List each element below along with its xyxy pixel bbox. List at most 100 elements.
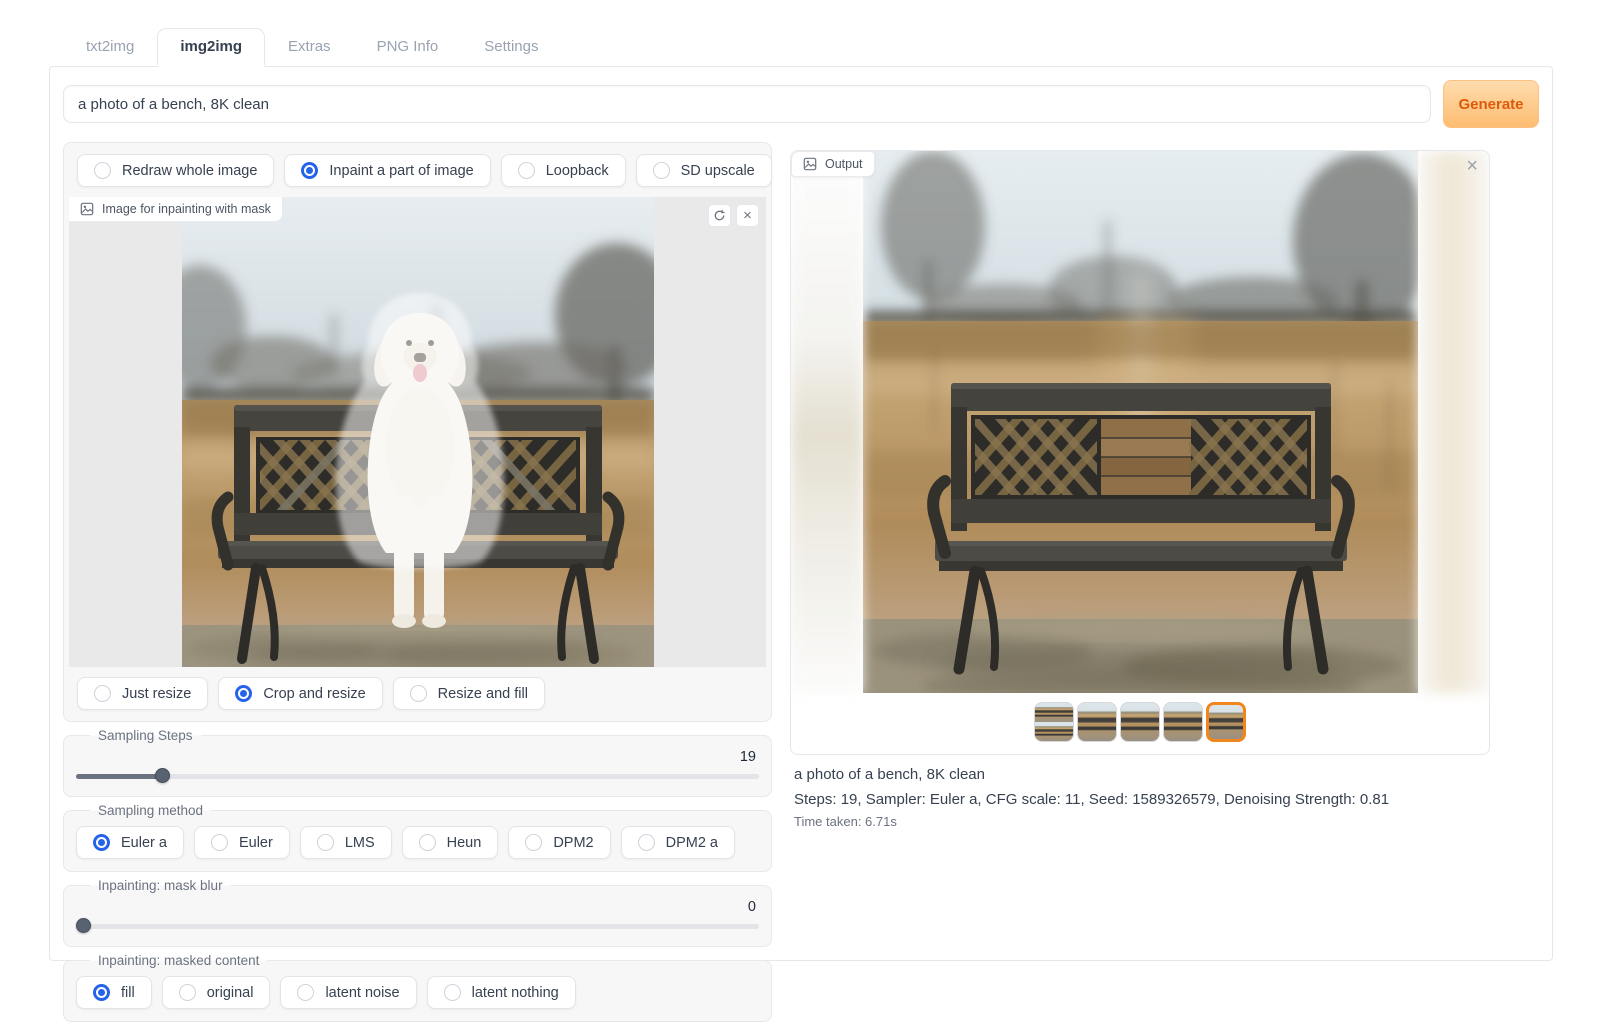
image-icon (80, 202, 94, 216)
masked-content-label: Inpainting: masked content (90, 951, 267, 970)
resize-option-crop-and-resize[interactable]: Crop and resize (218, 677, 382, 710)
slider-fill (76, 774, 163, 779)
image-icon (803, 157, 817, 171)
masked-content-option-original[interactable]: original (162, 976, 271, 1009)
img2img-panel: Generate Redraw whole image Inpaint a pa… (49, 66, 1553, 961)
undo-button[interactable] (708, 204, 731, 227)
clear-image-button[interactable]: × (736, 204, 759, 227)
tab-settings[interactable]: Settings (461, 28, 561, 65)
radio-unselected-icon (518, 162, 535, 179)
radio-unselected-icon (211, 834, 228, 851)
masked-content-option-latent-nothing[interactable]: latent nothing (427, 976, 576, 1009)
resize-option-just-resize[interactable]: Just resize (77, 677, 208, 710)
caption-prompt: a photo of a bench, 8K clean (794, 766, 1490, 783)
masked-content-option-label: latent noise (325, 985, 399, 1001)
generate-button[interactable]: Generate (1443, 80, 1539, 128)
sampler-option-label: Euler a (121, 835, 167, 851)
mode-option-redraw-whole-image[interactable]: Redraw whole image (77, 154, 274, 187)
tab-bar: txt2img img2img Extras PNG Info Settings (63, 28, 561, 65)
masked-content-option-label: latent nothing (472, 985, 559, 1001)
sampling-method-label: Sampling method (90, 801, 211, 820)
radio-selected-icon (301, 162, 318, 179)
source-image-dog-on-bench[interactable] (182, 197, 654, 667)
output-label-chip: Output (791, 151, 875, 177)
sampler-option-label: DPM2 (553, 835, 593, 851)
sampler-option-label: Euler (239, 835, 273, 851)
mode-radio-group: Redraw whole image Inpaint a part of ima… (69, 148, 766, 193)
radio-unselected-icon (297, 984, 314, 1001)
resize-radio-group: Just resize Crop and resize Resize and f… (69, 671, 766, 716)
thumbnail-3[interactable] (1163, 702, 1203, 742)
radio-unselected-icon (179, 984, 196, 1001)
settings-column: Redraw whole image Inpaint a part of ima… (63, 142, 772, 1022)
output-thumbnails (791, 702, 1489, 742)
masked-content-radio-group: fill original latent noise latent nothin… (76, 974, 759, 1009)
editor-label: Image for inpainting with mask (102, 202, 271, 216)
thumbnail-1[interactable] (1077, 702, 1117, 742)
radio-unselected-icon (653, 162, 670, 179)
mode-option-loopback[interactable]: Loopback (501, 154, 626, 187)
thumbnail-2[interactable] (1120, 702, 1160, 742)
tab-extras[interactable]: Extras (265, 28, 354, 65)
resize-option-resize-and-fill[interactable]: Resize and fill (393, 677, 545, 710)
radio-unselected-icon (419, 834, 436, 851)
mode-option-label: SD upscale (681, 163, 755, 179)
slider-track[interactable] (76, 774, 759, 779)
caption-time: Time taken: 6.71s (794, 814, 1490, 829)
masked-content-option-latent-noise[interactable]: latent noise (280, 976, 416, 1009)
sampling-method-fieldset: Sampling method Euler a Euler LMS (63, 810, 772, 872)
radio-unselected-icon (444, 984, 461, 1001)
mode-option-label: Loopback (546, 163, 609, 179)
caption-params: Steps: 19, Sampler: Euler a, CFG scale: … (794, 791, 1490, 808)
mode-option-sd-upscale[interactable]: SD upscale (636, 154, 772, 187)
tab-txt2img[interactable]: txt2img (63, 28, 157, 65)
radio-unselected-icon (94, 162, 111, 179)
radio-selected-icon (93, 834, 110, 851)
output-label: Output (825, 157, 863, 171)
mode-option-label: Inpaint a part of image (329, 163, 473, 179)
output-column: Output × (790, 142, 1539, 829)
radio-unselected-icon (525, 834, 542, 851)
tab-img2img[interactable]: img2img (157, 28, 265, 65)
sampling-steps-fieldset: Sampling Steps 19 (63, 735, 772, 797)
sampler-option-lms[interactable]: LMS (300, 826, 392, 859)
slider-track[interactable] (76, 924, 759, 929)
mask-blur-label: Inpainting: mask blur (90, 876, 231, 895)
prompt-input[interactable] (63, 85, 1431, 123)
output-image-row (791, 151, 1489, 693)
masked-content-option-fill[interactable]: fill (76, 976, 152, 1009)
slider-handle[interactable] (155, 768, 170, 783)
image-mode-panel: Redraw whole image Inpaint a part of ima… (63, 142, 772, 722)
sampling-steps-slider[interactable] (76, 768, 759, 784)
sampler-option-label: DPM2 a (666, 835, 718, 851)
output-close-button[interactable]: × (1466, 156, 1478, 176)
output-image-bench[interactable] (863, 151, 1418, 693)
inpaint-image-editor[interactable]: Image for inpainting with mask × (69, 197, 766, 667)
sampler-option-dpm2-a[interactable]: DPM2 a (621, 826, 735, 859)
blurred-edge-left (791, 151, 863, 693)
undo-icon (713, 209, 726, 222)
sampler-option-label: Heun (447, 835, 482, 851)
radio-selected-icon (93, 984, 110, 1001)
sampler-option-dpm2[interactable]: DPM2 (508, 826, 610, 859)
sampler-option-heun[interactable]: Heun (402, 826, 499, 859)
mask-blur-value: 0 (76, 899, 759, 915)
sampler-option-euler[interactable]: Euler (194, 826, 290, 859)
sampling-steps-label: Sampling Steps (90, 726, 201, 745)
sampler-option-euler-a[interactable]: Euler a (76, 826, 184, 859)
resize-option-label: Just resize (122, 686, 191, 702)
generation-info: a photo of a bench, 8K clean Steps: 19, … (790, 766, 1490, 829)
mode-option-inpaint-part[interactable]: Inpaint a part of image (284, 154, 490, 187)
radio-unselected-icon (638, 834, 655, 851)
sampling-steps-value: 19 (76, 749, 759, 765)
masked-content-fieldset: Inpainting: masked content fill original… (63, 960, 772, 1022)
prompt-row: Generate (63, 80, 1539, 128)
radio-unselected-icon (317, 834, 334, 851)
thumbnail-4-selected[interactable] (1206, 702, 1246, 742)
thumbnail-grid[interactable] (1034, 702, 1074, 742)
tab-png-info[interactable]: PNG Info (354, 28, 462, 65)
slider-handle[interactable] (76, 918, 91, 933)
masked-content-option-label: fill (121, 985, 135, 1001)
resize-option-label: Crop and resize (263, 686, 365, 702)
mask-blur-slider[interactable] (76, 918, 759, 934)
